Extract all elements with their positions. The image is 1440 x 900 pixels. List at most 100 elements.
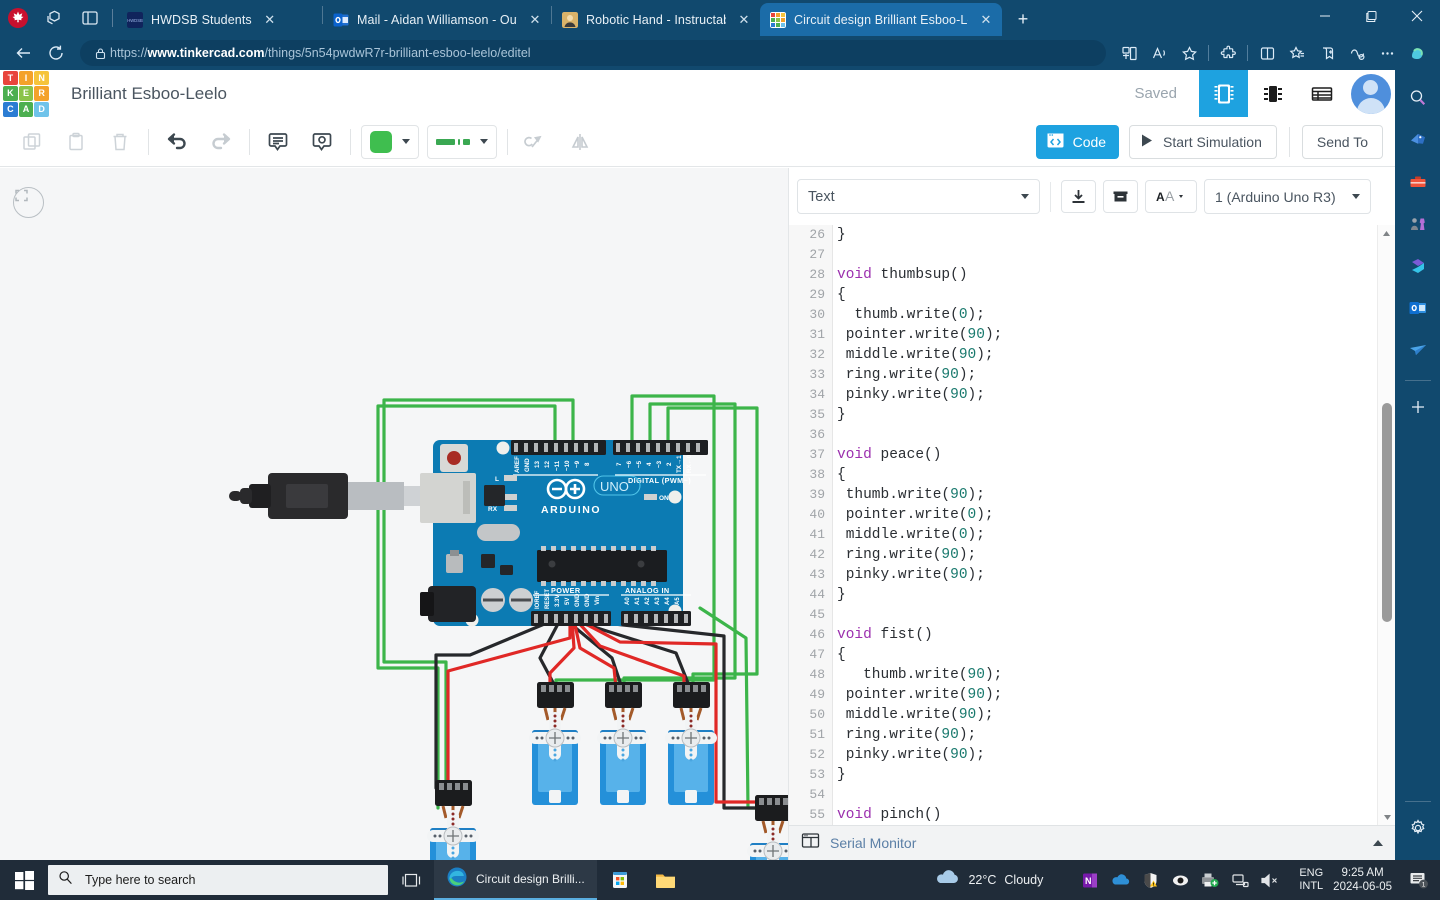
code-line[interactable]: void pinch()	[834, 805, 1373, 825]
code-line[interactable]: pointer.write(90);	[834, 325, 1373, 345]
printer-icon[interactable]	[1199, 869, 1221, 891]
settings-gear-icon[interactable]	[1402, 812, 1434, 844]
code-line[interactable]: ring.write(90);	[834, 365, 1373, 385]
scroll-down-icon[interactable]	[1378, 809, 1396, 825]
wire-style-picker[interactable]	[427, 124, 497, 159]
code-line[interactable]: pinky.write(90);	[834, 385, 1373, 405]
code-line[interactable]: ring.write(90);	[834, 545, 1373, 565]
favorite-star-icon[interactable]	[1174, 38, 1204, 68]
code-line[interactable]: }	[834, 585, 1373, 605]
copilot-icon[interactable]	[1402, 38, 1432, 68]
address-bar[interactable]: https://www.tinkercad.com/things/5n54pwd…	[80, 40, 1106, 66]
code-line[interactable]: void thumbsup()	[834, 265, 1373, 285]
code-line[interactable]: }	[834, 765, 1373, 785]
mirror-icon[interactable]	[558, 124, 602, 160]
start-simulation-button[interactable]: Start Simulation	[1129, 124, 1277, 159]
file-explorer-icon[interactable]	[643, 860, 689, 900]
circuit-canvas[interactable]: AREF GND 13 12 ~11 ~10 ~9 8 7 ~6 ~5 4 ~3…	[0, 168, 788, 860]
list-view-icon[interactable]	[1297, 70, 1346, 117]
windows-start-icon[interactable]	[0, 860, 48, 900]
office-icon[interactable]	[1402, 250, 1434, 282]
new-tab-button[interactable]: +	[1008, 4, 1038, 34]
tab-close-icon[interactable]: ✕	[734, 10, 754, 30]
onedrive-icon[interactable]	[1109, 869, 1131, 891]
performance-icon[interactable]	[1342, 38, 1372, 68]
code-mode-select[interactable]: Text	[797, 179, 1040, 214]
extensions-icon[interactable]	[1213, 38, 1243, 68]
add-icon[interactable]	[1402, 391, 1434, 423]
task-view-icon[interactable]	[388, 860, 434, 900]
refresh-icon[interactable]	[40, 38, 72, 68]
language-indicator[interactable]: ENG INTL	[1299, 867, 1323, 893]
code-scrollbar[interactable]	[1377, 225, 1395, 825]
redo-arrow-icon[interactable]	[199, 124, 243, 160]
window-close-button[interactable]	[1394, 0, 1440, 32]
taskbar-app-edge[interactable]: Circuit design Brilli...	[434, 860, 597, 900]
games-icon[interactable]	[1402, 208, 1434, 240]
board-selector[interactable]: 1 (Arduino Uno R3)	[1204, 179, 1371, 214]
add-favorite-icon[interactable]	[1312, 38, 1342, 68]
components-panel-icon[interactable]	[1199, 70, 1248, 117]
volume-muted-icon[interactable]	[1259, 869, 1281, 891]
code-line[interactable]: void peace()	[834, 445, 1373, 465]
code-line[interactable]: pointer.write(90);	[834, 685, 1373, 705]
copy-icon[interactable]	[10, 124, 54, 160]
code-line[interactable]: {	[834, 465, 1373, 485]
tab-close-icon[interactable]: ✕	[260, 10, 280, 30]
back-icon[interactable]	[8, 38, 40, 68]
code-content[interactable]: } void thumbsup(){ thumb.write(0); point…	[834, 225, 1373, 825]
note-icon[interactable]	[256, 124, 300, 160]
outlook-icon[interactable]	[1402, 292, 1434, 324]
chevron-up-icon[interactable]	[1373, 840, 1383, 846]
code-line[interactable]: pinky.write(90);	[834, 565, 1373, 585]
code-line[interactable]: pointer.write(0);	[834, 505, 1373, 525]
browser-tab-outlook[interactable]: Mail - Aidan Williamson - Outloo ✕	[323, 3, 551, 36]
scrollbar-thumb[interactable]	[1382, 403, 1392, 622]
tinkercad-logo[interactable]: TIN KER CAD	[3, 70, 49, 117]
code-button[interactable]: Code	[1035, 124, 1120, 159]
code-line[interactable]: thumb.write(0);	[834, 305, 1373, 325]
code-line[interactable]	[834, 245, 1373, 265]
scroll-up-icon[interactable]	[1378, 225, 1395, 241]
split-screen-icon[interactable]	[1114, 38, 1144, 68]
defender-warning-icon[interactable]	[1139, 869, 1161, 891]
taskbar-clock[interactable]: 9:25 AM 2024-06-05	[1333, 866, 1392, 894]
library-icon[interactable]	[1103, 180, 1138, 213]
trash-icon[interactable]	[98, 124, 142, 160]
code-line[interactable]: thumb.write(90);	[834, 485, 1373, 505]
microsoft-store-icon[interactable]	[597, 860, 643, 900]
circuit-view-icon[interactable]	[1248, 70, 1297, 117]
rotate-icon[interactable]	[514, 124, 558, 160]
code-line[interactable]: {	[834, 645, 1373, 665]
fill-color-picker[interactable]	[361, 124, 419, 159]
notification-icon[interactable]: 1	[1404, 860, 1434, 900]
annotation-icon[interactable]	[300, 124, 344, 160]
send-icon[interactable]	[1402, 334, 1434, 366]
code-line[interactable]: {	[834, 285, 1373, 305]
window-maximize-button[interactable]	[1348, 0, 1394, 32]
code-line[interactable]	[834, 425, 1373, 445]
split-pane-icon[interactable]	[72, 3, 108, 33]
settings-more-icon[interactable]	[1372, 38, 1402, 68]
code-line[interactable]	[834, 605, 1373, 625]
code-line[interactable]: pinky.write(90);	[834, 745, 1373, 765]
search-icon[interactable]	[1402, 82, 1434, 114]
browser-essentials-icon[interactable]	[1252, 38, 1282, 68]
eye-icon[interactable]	[1169, 869, 1191, 891]
send-to-button[interactable]: Send To	[1301, 124, 1383, 159]
code-line[interactable]: thumb.write(90);	[834, 665, 1373, 685]
code-line[interactable]: }	[834, 225, 1373, 245]
code-line[interactable]: middle.write(90);	[834, 345, 1373, 365]
taskbar-search-input[interactable]: Type here to search	[48, 865, 388, 895]
code-line[interactable]: }	[834, 405, 1373, 425]
tab-close-icon[interactable]: ✕	[976, 10, 996, 30]
code-line[interactable]: ring.write(90);	[834, 725, 1373, 745]
network-icon[interactable]	[1229, 869, 1251, 891]
onenote-icon[interactable]: N	[1079, 869, 1101, 891]
shopping-tag-icon[interactable]	[1402, 124, 1434, 156]
code-line[interactable]: void fist()	[834, 625, 1373, 645]
browser-tab-tinkercad[interactable]: Circuit design Brilliant Esboo-Lee ✕	[760, 3, 1002, 36]
tab-groups-icon[interactable]	[36, 3, 72, 33]
browser-tab-hwdsb[interactable]: HWDSB HWDSB Students ✕	[117, 3, 322, 36]
code-line[interactable]: middle.write(0);	[834, 525, 1373, 545]
